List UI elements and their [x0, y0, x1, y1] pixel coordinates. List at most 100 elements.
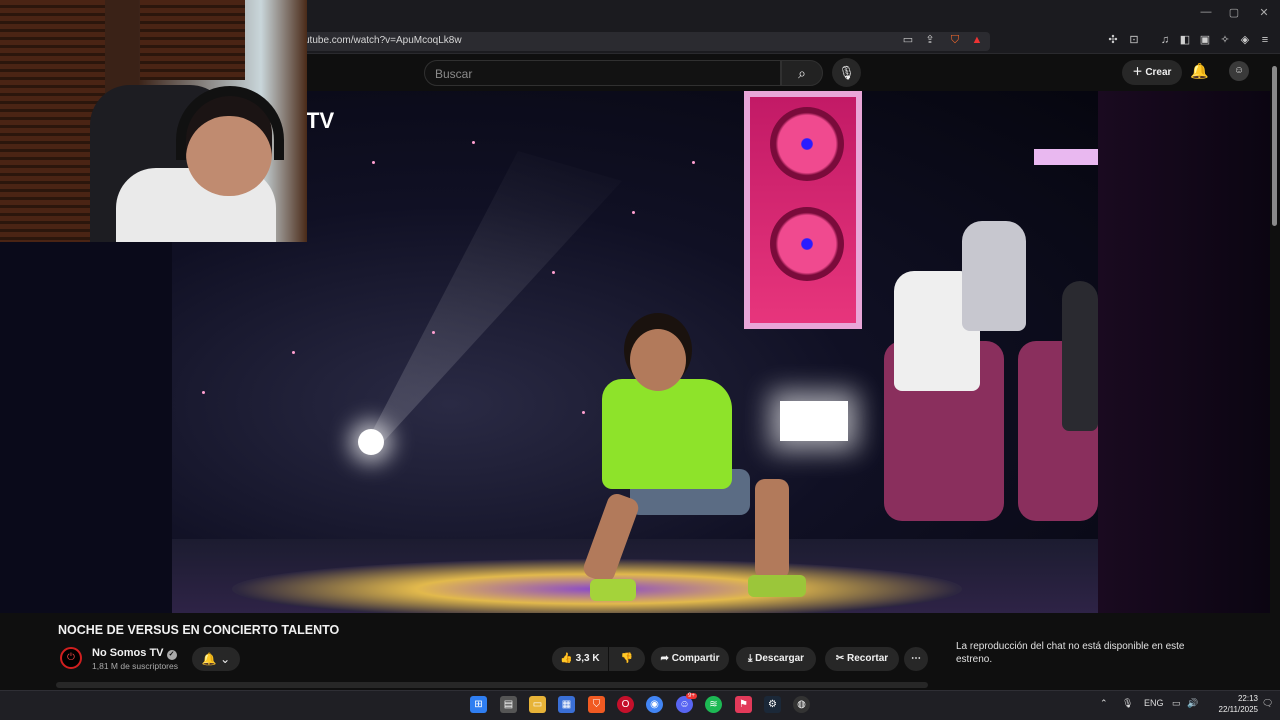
download-label: Descargar — [755, 653, 805, 664]
star-light — [632, 211, 635, 214]
obs-icon[interactable]: ◍ — [793, 696, 810, 713]
share-button[interactable]: ➦ Compartir — [651, 647, 729, 671]
channel-name[interactable]: No Somos TV ✓ — [92, 647, 177, 660]
dancer-shoe — [590, 579, 636, 601]
mic-icon: 🎙 — [838, 65, 855, 80]
download-button[interactable]: ⤓ Descargar — [736, 647, 816, 671]
account-avatar[interactable]: ☺ — [1229, 61, 1249, 81]
share-icon: ➦ — [660, 653, 672, 664]
dancer-head — [630, 329, 686, 391]
brave-shield-icon[interactable]: ⛉ — [948, 33, 962, 47]
volume-icon[interactable]: 🔊 — [1187, 698, 1198, 709]
scrollbar-thumb[interactable] — [1272, 66, 1277, 226]
menu-icon[interactable]: ≡ — [1258, 33, 1272, 47]
clip-button[interactable]: ✂ Recortar — [825, 647, 899, 671]
like-count: 3,3 K — [575, 653, 600, 664]
close-window-button[interactable]: ✕ — [1254, 6, 1274, 19]
dancer-shirt — [602, 379, 732, 489]
notification-center-icon[interactable]: 🗨 — [1262, 698, 1273, 709]
steam-icon[interactable]: ⚙ — [764, 696, 781, 713]
thumbs-up-icon: 👍 — [560, 653, 576, 664]
taskbar-clock[interactable]: 22:13 22/11/2025 — [1206, 693, 1258, 715]
network-icon[interactable]: ▭ — [1172, 698, 1181, 709]
dancer-leg — [580, 491, 642, 585]
share-label: Compartir — [671, 653, 720, 664]
more-actions-button[interactable]: ⋯ — [904, 647, 928, 671]
subscriber-count: 1,81 M de suscriptores — [92, 661, 178, 671]
star-light — [472, 141, 475, 144]
thumbs-down-icon: 👎 — [620, 653, 634, 664]
minimize-button[interactable]: — — [1196, 6, 1216, 18]
brave-icon[interactable]: ⛉ — [588, 696, 605, 713]
star-light — [372, 161, 375, 164]
chat-unavailable-message: La reproducción del chat no está disponi… — [956, 641, 1185, 665]
leo-ai-icon[interactable]: ✧ — [1218, 33, 1232, 47]
cast-icon[interactable]: ▭ — [901, 33, 915, 47]
opera-icon[interactable]: O — [617, 696, 634, 713]
file-explorer-icon[interactable]: ▭ — [529, 696, 546, 713]
verified-badge-icon: ✓ — [166, 650, 177, 660]
subscription-bell-button[interactable]: 🔔 ⌄ — [192, 647, 240, 671]
like-button[interactable]: 👍 3,3 K — [552, 647, 608, 671]
description-box-edge[interactable] — [56, 682, 928, 688]
notifications-bell-icon[interactable]: 🔔 — [1190, 62, 1209, 80]
extensions-icon[interactable]: ✣ — [1106, 33, 1120, 47]
chevron-down-icon: ⌄ — [220, 652, 231, 666]
more-icon: ⋯ — [911, 653, 921, 664]
webcam-overlay — [0, 0, 307, 242]
plus-icon: ＋ — [1132, 67, 1146, 78]
bell-icon: 🔔 — [201, 652, 217, 666]
dislike-button[interactable]: 👎 — [609, 647, 645, 671]
star-light — [582, 411, 585, 414]
vpn-shield-icon[interactable]: ◈ — [1238, 33, 1252, 47]
brave-rewards-icon[interactable]: ▲ — [970, 33, 984, 47]
clock-date: 22/11/2025 — [1218, 705, 1258, 714]
store-icon[interactable]: ▦ — [558, 696, 575, 713]
create-button[interactable]: ＋ Crear — [1122, 60, 1182, 85]
wallet-icon[interactable]: ▣ — [1198, 33, 1212, 47]
video-title: NOCHE DE VERSUS EN CONCIERTO TALENTO — [58, 623, 340, 637]
tray-chevron-icon[interactable]: ⌃ — [1100, 698, 1108, 709]
audience-person — [1062, 281, 1098, 431]
music-icon[interactable]: ♫ — [1158, 33, 1172, 47]
spotlight — [358, 429, 384, 455]
language-indicator[interactable]: ENG — [1144, 698, 1164, 708]
star-light — [692, 161, 695, 164]
video-frame — [172, 91, 1098, 619]
clip-label: Recortar — [847, 653, 889, 664]
audience-person — [962, 221, 1026, 331]
speaker-disc — [770, 207, 844, 281]
channel-avatar[interactable]: ⏻ — [60, 647, 82, 669]
star-light — [292, 351, 295, 354]
discord-badge: 9+ — [686, 693, 697, 699]
window-shutter — [140, 0, 245, 80]
channel-watermark: TV — [306, 108, 335, 133]
pink-light-bar — [1034, 149, 1098, 165]
clock-time: 22:13 — [1237, 694, 1258, 703]
voice-search-button[interactable]: 🎙 — [832, 58, 861, 87]
search-input[interactable]: Buscar — [424, 60, 781, 86]
search-button[interactable]: ⌕ — [781, 60, 823, 86]
speaker-disc — [770, 107, 844, 181]
tray-mic-icon[interactable]: 🎙 — [1122, 698, 1133, 709]
star-light — [432, 331, 435, 334]
star-light — [552, 271, 555, 274]
create-label: Crear — [1145, 67, 1172, 78]
start-icon[interactable]: ⊞ — [470, 696, 487, 713]
dancer-shoe — [748, 575, 806, 597]
chrome-icon[interactable]: ◉ — [646, 696, 663, 713]
video-letterbox-right — [1098, 91, 1270, 613]
spotify-icon[interactable]: ≋ — [705, 696, 722, 713]
light-beam — [362, 151, 622, 451]
share-page-icon[interactable]: ⇪ — [923, 33, 937, 47]
dancer-leg — [755, 479, 789, 579]
star-light — [202, 391, 205, 394]
led-panel — [744, 91, 862, 329]
windows-taskbar — [0, 690, 1280, 720]
task-view-icon[interactable]: ▤ — [500, 696, 517, 713]
screenshot-icon[interactable]: ⊡ — [1127, 33, 1141, 47]
address-bar[interactable]: utube.com/watch?v=ApuMcoqLk8w — [300, 32, 990, 51]
sidebar-icon[interactable]: ◧ — [1178, 33, 1192, 47]
maximize-button[interactable]: ▢ — [1224, 6, 1244, 19]
bookmark-app-icon[interactable]: ⚑ — [735, 696, 752, 713]
